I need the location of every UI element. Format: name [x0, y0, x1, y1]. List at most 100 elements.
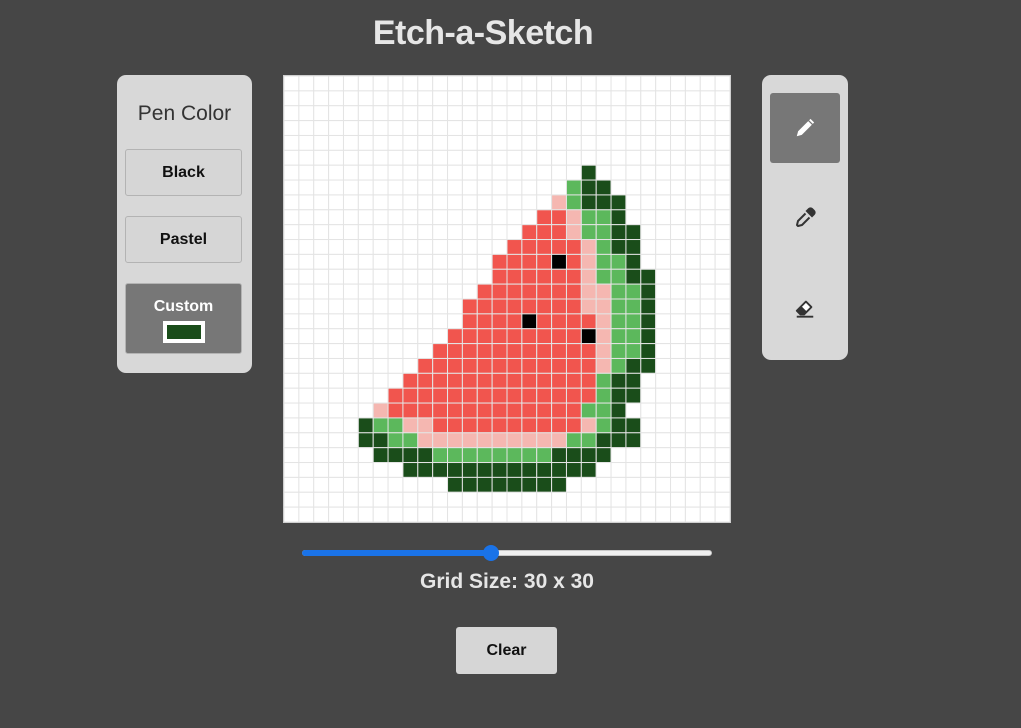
- grid-cell[interactable]: [328, 372, 344, 389]
- grid-cell[interactable]: [521, 462, 538, 478]
- grid-cell[interactable]: [580, 402, 597, 419]
- grid-cell[interactable]: [551, 239, 567, 255]
- grid-cell[interactable]: [565, 432, 582, 449]
- grid-cell[interactable]: [506, 417, 523, 434]
- grid-cell[interactable]: [387, 194, 404, 211]
- grid-cell[interactable]: [714, 224, 730, 241]
- grid-cell[interactable]: [447, 313, 463, 330]
- grid-cell[interactable]: [372, 447, 389, 464]
- grid-cell[interactable]: [595, 209, 612, 226]
- grid-cell[interactable]: [328, 268, 344, 285]
- grid-cell[interactable]: [640, 105, 657, 122]
- grid-cell[interactable]: [699, 149, 716, 166]
- grid-cell[interactable]: [595, 253, 612, 270]
- grid-cell[interactable]: [551, 268, 567, 285]
- grid-cell[interactable]: [521, 283, 538, 300]
- grid-cell[interactable]: [372, 387, 389, 404]
- grid-cell[interactable]: [699, 209, 716, 226]
- grid-cell[interactable]: [342, 432, 359, 449]
- grid-cell[interactable]: [565, 491, 582, 508]
- grid-cell[interactable]: [476, 253, 493, 270]
- grid-cell[interactable]: [670, 372, 686, 389]
- grid-cell[interactable]: [640, 387, 657, 404]
- grid-cell[interactable]: [313, 298, 330, 315]
- grid-cell[interactable]: [670, 343, 686, 359]
- grid-cell[interactable]: [328, 105, 344, 122]
- grid-cell[interactable]: [506, 164, 523, 181]
- grid-cell[interactable]: [461, 253, 478, 270]
- grid-cell[interactable]: [447, 343, 463, 359]
- grid-cell[interactable]: [476, 209, 493, 226]
- grid-cell[interactable]: [357, 209, 374, 226]
- grid-cell[interactable]: [298, 179, 315, 196]
- grid-cell[interactable]: [476, 194, 493, 211]
- grid-cell[interactable]: [402, 506, 419, 522]
- grid-cell[interactable]: [357, 149, 374, 166]
- grid-cell[interactable]: [625, 462, 642, 478]
- grid-cell[interactable]: [476, 328, 493, 345]
- grid-cell[interactable]: [655, 328, 672, 345]
- grid-cell[interactable]: [461, 357, 478, 374]
- grid-cell[interactable]: [402, 179, 419, 196]
- grid-cell[interactable]: [387, 134, 404, 151]
- grid-cell[interactable]: [313, 432, 330, 449]
- grid-cell[interactable]: [461, 134, 478, 151]
- grid-cell[interactable]: [491, 402, 508, 419]
- grid-cell[interactable]: [521, 372, 538, 389]
- grid-cell[interactable]: [387, 105, 404, 122]
- grid-cell[interactable]: [328, 224, 344, 241]
- grid-cell[interactable]: [714, 417, 730, 434]
- grid-cell[interactable]: [491, 447, 508, 464]
- grid-cell[interactable]: [387, 462, 404, 478]
- grid-cell[interactable]: [432, 239, 449, 255]
- grid-cell[interactable]: [521, 120, 538, 136]
- grid-cell[interactable]: [670, 120, 686, 136]
- grid-cell[interactable]: [595, 149, 612, 166]
- grid-cell[interactable]: [491, 506, 508, 522]
- grid-cell[interactable]: [714, 476, 730, 493]
- grid-cell[interactable]: [476, 506, 493, 522]
- grid-cell[interactable]: [372, 179, 389, 196]
- grid-cell[interactable]: [655, 343, 672, 359]
- grid-cell[interactable]: [714, 134, 730, 151]
- grid-cell[interactable]: [625, 134, 642, 151]
- grid-cell[interactable]: [565, 357, 582, 374]
- grid-cell[interactable]: [684, 357, 701, 374]
- grid-cell[interactable]: [387, 298, 404, 315]
- grid-cell[interactable]: [298, 149, 315, 166]
- grid-cell[interactable]: [402, 328, 419, 345]
- grid-cell[interactable]: [595, 283, 612, 300]
- grid-cell[interactable]: [536, 402, 553, 419]
- grid-cell[interactable]: [342, 506, 359, 522]
- grid-cell[interactable]: [610, 120, 627, 136]
- grid-cell[interactable]: [670, 447, 686, 464]
- grid-cell[interactable]: [714, 432, 730, 449]
- grid-cell[interactable]: [342, 224, 359, 241]
- grid-cell[interactable]: [521, 253, 538, 270]
- grid-cell[interactable]: [506, 283, 523, 300]
- grid-cell[interactable]: [506, 343, 523, 359]
- grid-cell[interactable]: [284, 343, 300, 359]
- grid-cell[interactable]: [714, 447, 730, 464]
- grid-cell[interactable]: [298, 313, 315, 330]
- grid-cell[interactable]: [432, 372, 449, 389]
- grid-cell[interactable]: [714, 179, 730, 196]
- grid-cell[interactable]: [670, 179, 686, 196]
- grid-cell[interactable]: [595, 120, 612, 136]
- grid-cell[interactable]: [640, 432, 657, 449]
- grid-cell[interactable]: [298, 76, 315, 92]
- grid-cell[interactable]: [506, 194, 523, 211]
- grid-cell[interactable]: [402, 164, 419, 181]
- grid-cell[interactable]: [565, 387, 582, 404]
- grid-cell[interactable]: [551, 149, 567, 166]
- grid-cell[interactable]: [402, 343, 419, 359]
- grid-cell[interactable]: [699, 179, 716, 196]
- grid-cell[interactable]: [699, 134, 716, 151]
- grid-cell[interactable]: [476, 372, 493, 389]
- grid-cell[interactable]: [313, 372, 330, 389]
- grid-cell[interactable]: [670, 224, 686, 241]
- grid-cell[interactable]: [551, 357, 567, 374]
- grid-cell[interactable]: [387, 239, 404, 255]
- grid-cell[interactable]: [447, 209, 463, 226]
- grid-cell[interactable]: [580, 209, 597, 226]
